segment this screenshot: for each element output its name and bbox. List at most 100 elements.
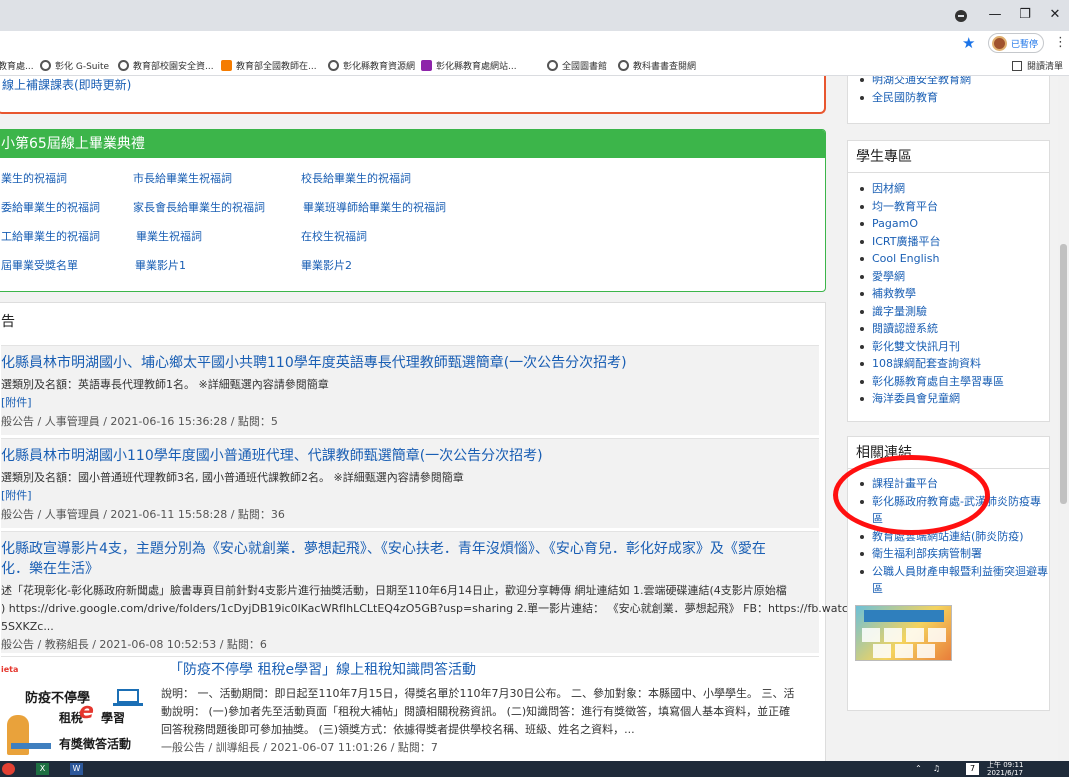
announcement-panel: 告 化縣員林市明湖國小、埔心鄉太平國小共聘110學年度英語專長代理教師甄選簡章(… [0, 302, 848, 761]
sidebar-link-curriculum[interactable]: 課程計畫平台 [860, 475, 1049, 493]
tab-search-icon[interactable] [955, 10, 967, 22]
attachment-link[interactable]: [附件] [1, 487, 32, 503]
globe-icon [40, 60, 51, 71]
browser-titlebar: — ❐ ✕ [0, 0, 1069, 31]
makeup-schedule-link[interactable]: 線上補課課表(即時更新) [2, 76, 131, 93]
sidebar-link[interactable]: 均一教育平台 [860, 198, 1049, 216]
chrome-taskbar-icon[interactable] [2, 763, 15, 775]
bookmark-item[interactable]: 彰化 G-Suite [40, 59, 109, 72]
bookmark-item[interactable]: 教科書書查閱網 [618, 59, 696, 72]
graduation-link[interactable]: 市長給畢業生祝福詞 [133, 170, 232, 186]
attachment-link[interactable]: [附件] [1, 394, 32, 410]
graduation-link[interactable]: 在校生祝福詞 [301, 228, 367, 244]
word-taskbar-icon[interactable]: W [70, 763, 83, 775]
graduation-link[interactable]: 畢業生祝福詞 [136, 228, 202, 244]
sidebar-link[interactable]: Cool English [860, 250, 1049, 268]
announcement-desc-line2: ) https://drive.google.com/drive/folders… [1, 602, 848, 615]
bookmark-favicon-icon [421, 60, 432, 71]
clock[interactable]: 上午 09:11 2021/6/17 [987, 761, 1023, 777]
tray-chevron-icon[interactable]: ⌃ [912, 763, 925, 775]
sidebar-link[interactable]: 因材網 [860, 180, 1049, 198]
sidebar-link[interactable]: 愛學網 [860, 268, 1049, 286]
announcement-desc-line3: 5SXKZc... [1, 620, 54, 633]
sidebar-link[interactable]: ICRT廣播平台 [860, 233, 1049, 251]
sidebar-link[interactable]: 108課綱配套查詢資料 [860, 355, 1049, 373]
promo-line2b: 學習 [101, 711, 126, 725]
globe-icon [547, 60, 558, 71]
promo-image[interactable]: ieta 防疫不停學 租稅 e 學習 有獎徵答活動 [1, 663, 151, 759]
more-menu-icon[interactable]: ⋮ [1054, 35, 1067, 50]
profile-button[interactable]: 已暫停 [988, 33, 1044, 53]
globe-icon [328, 60, 339, 71]
bookmark-item[interactable]: 教育處... [0, 59, 34, 72]
sidebar-top-card: 明湖交通安全教育網 全民國防教育 [847, 76, 1050, 124]
bookmark-item[interactable]: 全國圖書館 [547, 59, 607, 72]
bookmark-item[interactable]: 彰化縣教育資源網 [328, 59, 415, 72]
bookmark-star-icon[interactable]: ★ [962, 34, 975, 52]
announcement-desc: 說明： 一、活動期間：即日起至110年7月15日，得獎名單於110年7月30日公… [161, 687, 795, 700]
graduation-link[interactable]: 工給畢業生的祝福詞 [1, 228, 100, 244]
excel-taskbar-icon[interactable]: X [36, 763, 49, 775]
volume-icon[interactable]: ♫ [930, 763, 943, 775]
sidebar-link[interactable]: PagamO [860, 215, 1049, 233]
notification-icon[interactable]: 7 [966, 763, 979, 775]
announcement-link[interactable]: 「防疫不停學 租稅e學習」線上租稅知識問答活動 [169, 659, 476, 679]
sidebar-link[interactable]: 全民國防教育 [860, 89, 1049, 107]
restore-icon[interactable]: ❐ [1010, 4, 1040, 26]
graduation-link[interactable]: 畢業影片2 [301, 257, 352, 273]
graduation-link[interactable]: 委給畢業生的祝福詞 [1, 199, 100, 215]
announcement-link[interactable]: 化縣政宣導影片4支，主題分別為《安心就創業．夢想起飛》、《安心扶老．青年沒煩惱》… [1, 538, 766, 558]
promo-line3: 有獎徵答活動 [59, 737, 132, 751]
announcement-desc: 述「花現彰化-彰化縣政府新聞處」臉書專頁目前針對4支影片進行抽獎活動，日期至11… [1, 584, 787, 597]
sidebar-link[interactable]: 識字量測驗 [860, 303, 1049, 321]
globe-icon [118, 60, 129, 71]
profile-label: 已暫停 [1011, 40, 1039, 50]
sidebar-link[interactable]: 彰化縣政府教育處-武漢肺炎防疫專區 [860, 493, 1049, 528]
graduation-link[interactable]: 業生的祝福詞 [1, 170, 67, 186]
announcement-item: 化縣員林市明湖國小、埔心鄉太平國小共聘110學年度英語專長代理教師甄選簡章(一次… [1, 345, 819, 435]
sidebar-link[interactable]: 衛生福利部疾病管制署 [860, 545, 1049, 563]
announcement-link-line2[interactable]: 化．樂在生活》 [1, 558, 99, 578]
sidebar-link[interactable]: 公職人員財產申報暨利益衝突迴避專區 [860, 563, 1049, 598]
graduation-link[interactable]: 屆畢業受獎名單 [1, 257, 78, 273]
sidebar-link[interactable]: 彰化雙文快訊月刊 [860, 338, 1049, 356]
banner-tile [917, 644, 935, 658]
graduation-link[interactable]: 校長給畢業生的祝福詞 [301, 170, 411, 186]
reading-list-button[interactable]: 閱讀清單 [1012, 59, 1063, 72]
sidebar-link[interactable]: 教育處雲端網站連結(肺炎防疫) [860, 528, 1049, 546]
announcement-meta: 般公告 / 人事管理員 / 2021-06-16 15:36:28 / 點閱：5 [1, 415, 278, 428]
banner-tile [884, 628, 902, 642]
person-illustration [7, 715, 29, 755]
page-scrollbar[interactable] [1058, 76, 1069, 761]
graduation-link[interactable]: 畢業影片1 [135, 257, 186, 273]
reading-list-icon [1012, 60, 1022, 71]
bookmark-item[interactable]: 教育部校園安全資... [118, 59, 214, 72]
announcement-link[interactable]: 化縣員林市明湖國小110學年度國小普通班代理、代課教師甄選簡章(一次公告分次招考… [1, 445, 543, 465]
promo-banner[interactable] [855, 605, 952, 661]
banner-tile [906, 628, 924, 642]
student-zone-title: 學生專區 [848, 141, 1049, 173]
banner-tile [895, 644, 913, 658]
desk-illustration [11, 743, 51, 749]
graduation-link[interactable]: 畢業班導師給畢業生的祝福詞 [303, 199, 446, 215]
minimize-icon[interactable]: — [980, 4, 1010, 26]
laptop-icon [113, 689, 143, 706]
close-icon[interactable]: ✕ [1040, 4, 1069, 26]
sidebar-link[interactable]: 彰化縣教育處自主學習專區 [860, 373, 1049, 391]
globe-icon [618, 60, 629, 71]
graduation-header: 小第65屆線上畢業典禮 [0, 130, 825, 158]
bookmark-item[interactable]: 彰化縣教育處網站... [421, 59, 517, 72]
bookmark-favicon-icon [221, 60, 232, 71]
bookmark-item[interactable]: 教育部全國教師在... [221, 59, 317, 72]
sidebar-link[interactable]: 閱讀認證系統 [860, 320, 1049, 338]
announcement-link[interactable]: 化縣員林市明湖國小、埔心鄉太平國小共聘110學年度英語專長代理教師甄選簡章(一次… [1, 352, 627, 372]
announcement-item: ieta 防疫不停學 租稅 e 學習 有獎徵答活動 「防疫不停學 租稅e學習」線… [1, 656, 819, 761]
sidebar-link[interactable]: 海洋委員會兒童網 [860, 390, 1049, 408]
announcement-item: 化縣員林市明湖國小110學年度國小普通班代理、代課教師甄選簡章(一次公告分次招考… [1, 438, 819, 528]
sidebar-link[interactable]: 明湖交通安全教育網 [860, 76, 1049, 89]
graduation-link[interactable]: 家長會長給畢業生的祝福詞 [133, 199, 265, 215]
sidebar-link[interactable]: 補救教學 [860, 285, 1049, 303]
related-links-card: 相關連結 課程計畫平台 彰化縣政府教育處-武漢肺炎防疫專區 教育處雲端網站連結(… [847, 436, 1050, 711]
scroll-thumb[interactable] [1060, 244, 1067, 504]
notice-box: 線上補課課表(即時更新) [0, 76, 826, 114]
